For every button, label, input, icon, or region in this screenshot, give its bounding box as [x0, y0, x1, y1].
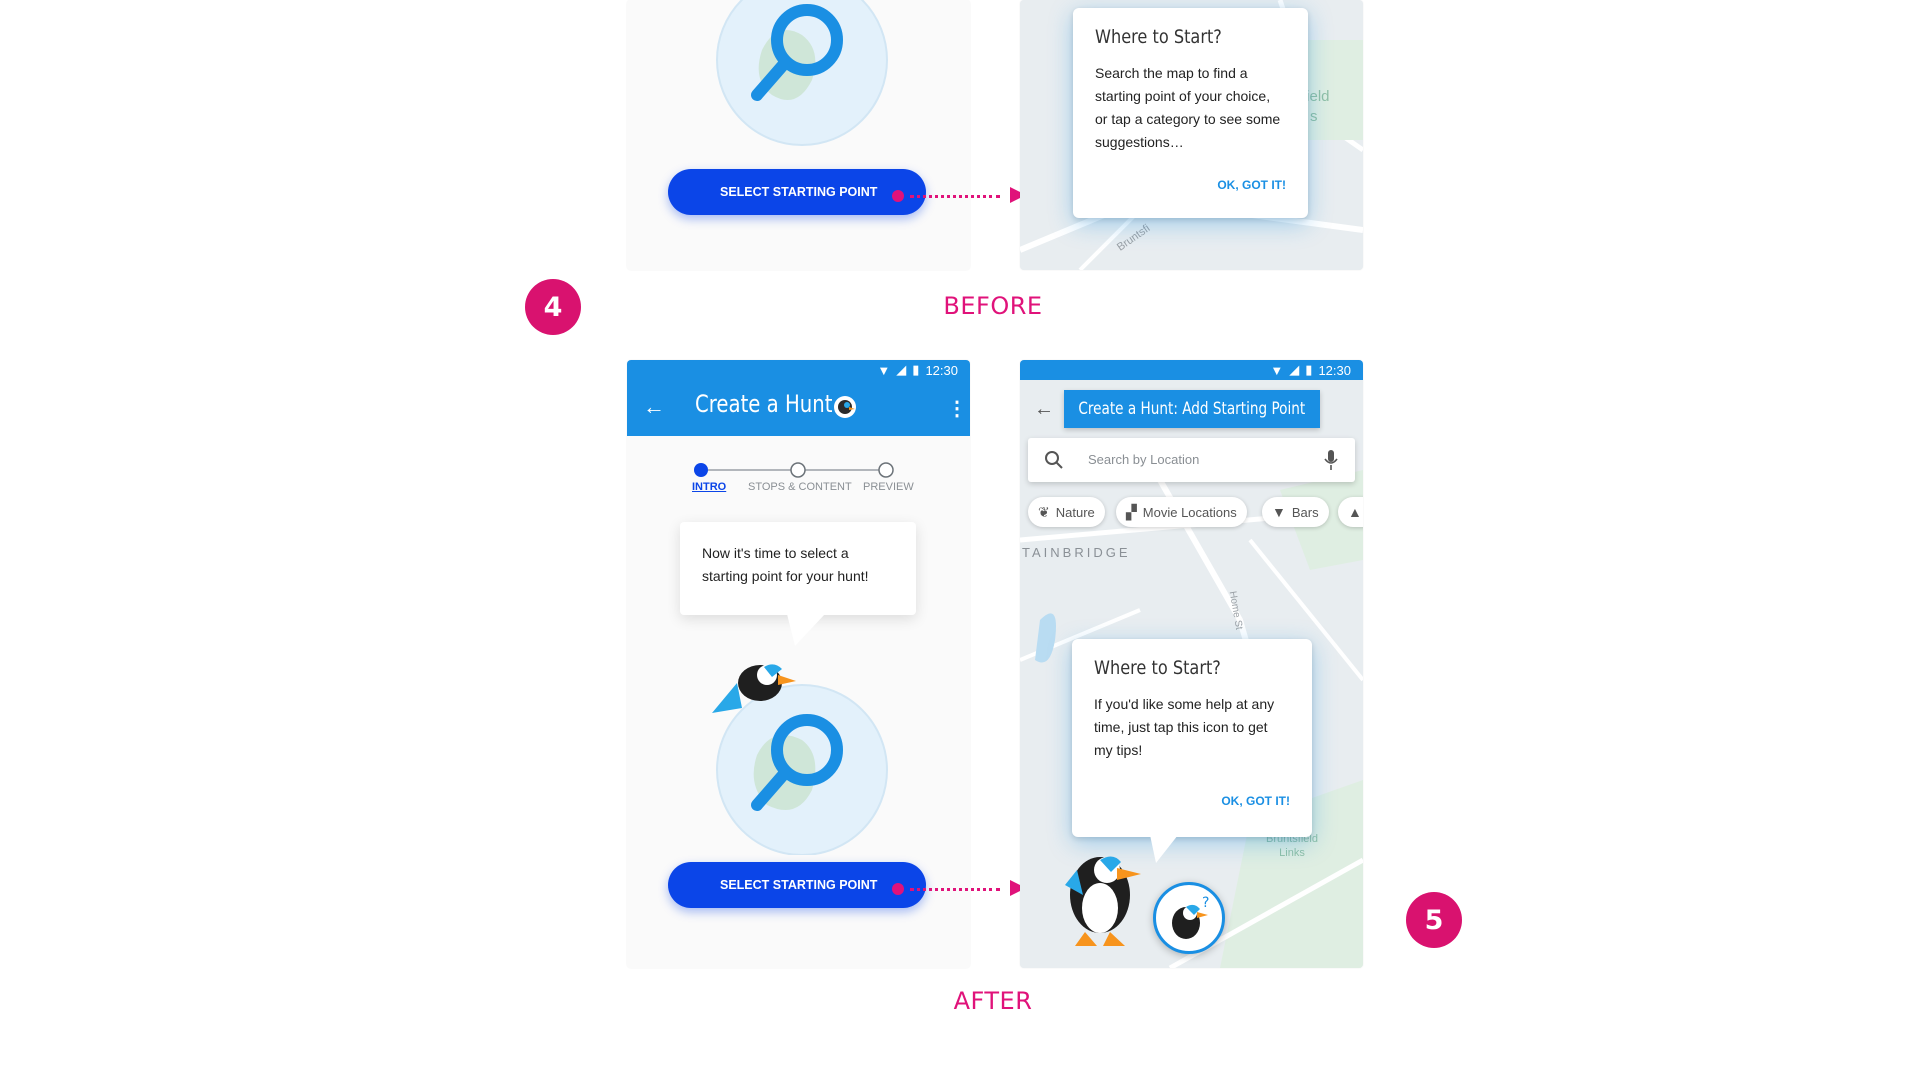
- more-options-icon[interactable]: ⋮: [947, 396, 967, 421]
- step-dot-preview: [878, 462, 894, 478]
- puffin-question-icon: ?: [1172, 895, 1209, 939]
- chip-label: Movie Locations: [1142, 504, 1237, 520]
- step-dot-stops: [790, 462, 806, 478]
- battery-icon: ▮: [912, 362, 920, 377]
- svg-text:?: ?: [1202, 895, 1209, 911]
- connector-dot: [892, 190, 904, 202]
- search-icon: [1045, 451, 1063, 469]
- help-tip-dialog: Where to Start? If you'd like some help …: [1072, 639, 1312, 837]
- dialog-title: Where to Start?: [1094, 657, 1221, 679]
- chip-label: Bars: [1291, 504, 1319, 520]
- dialog-body: Search the map to find a starting point …: [1095, 65, 1281, 150]
- puffin-mascot-icon: [1065, 856, 1141, 946]
- battery-icon: ▮: [1305, 362, 1313, 377]
- dialog-title: Where to Start?: [1095, 26, 1222, 48]
- back-arrow-icon[interactable]: ←: [643, 394, 665, 420]
- speech-bubble-tail: [787, 614, 825, 646]
- ok-got-it-button[interactable]: OK, GOT IT!: [1217, 178, 1286, 192]
- step-number-5: 5: [1406, 892, 1462, 948]
- magnifier-illustration: [716, 0, 888, 146]
- help-tips-button[interactable]: ?: [1153, 882, 1225, 954]
- step-label-stops-content[interactable]: STOPS & CONTENT: [748, 481, 852, 493]
- clapperboard-icon: ▞: [1126, 503, 1137, 520]
- before-where-to-start-dialog: Where to Start? Search the map to find a…: [1073, 8, 1308, 218]
- screen-header-badge: Create a Hunt: Add Starting Point: [1064, 390, 1320, 428]
- chip-bars[interactable]: ▼ Bars: [1262, 497, 1329, 527]
- before-intro-screen: SELECT STARTING POINT: [627, 0, 970, 270]
- map-label-s: s: [1310, 108, 1318, 125]
- status-time: 12:30: [925, 362, 958, 378]
- signal-icon: ◢: [1289, 362, 1300, 377]
- step-label-intro[interactable]: INTRO: [692, 481, 726, 493]
- mountain-icon: ▲: [1348, 504, 1362, 520]
- wifi-icon: ▼: [877, 362, 891, 378]
- select-starting-point-button[interactable]: SELECT STARTING POINT: [668, 169, 926, 215]
- add-starting-point-screen: ▼ ◢ ▮ 12:30 ← Create a Hunt: Add Startin…: [1020, 360, 1363, 968]
- connector-dot: [892, 883, 904, 895]
- step-dot-intro: [694, 463, 708, 477]
- chip-nature[interactable]: ❦ Nature: [1028, 497, 1105, 527]
- search-bar[interactable]: Search by Location: [1028, 438, 1355, 482]
- ok-got-it-button[interactable]: OK, GOT IT!: [1221, 794, 1290, 808]
- connector-line: [910, 195, 1000, 198]
- step-label-preview[interactable]: PREVIEW: [863, 481, 914, 493]
- select-starting-point-button[interactable]: SELECT STARTING POINT: [668, 862, 926, 908]
- chip-label: Nature: [1055, 504, 1095, 520]
- back-arrow-icon[interactable]: ←: [1034, 398, 1054, 421]
- search-input[interactable]: Search by Location: [1088, 452, 1199, 467]
- cocktail-glass-icon: ▼: [1272, 504, 1286, 520]
- signal-icon: ◢: [896, 362, 907, 377]
- before-label: BEFORE: [943, 292, 1043, 320]
- map-label-district: TAINBRIDGE: [1022, 545, 1131, 560]
- create-hunt-screen: ▼ ◢ ▮ 12:30 ← Create a Hunt ⋮ INTRO STOP…: [627, 360, 970, 968]
- screen-header-title: Create a Hunt: Add Starting Point: [1078, 399, 1306, 419]
- wifi-icon: ▼: [1270, 362, 1284, 378]
- chip-movie-locations[interactable]: ▞ Movie Locations: [1116, 497, 1247, 527]
- puffin-mascot-icon: [712, 664, 796, 713]
- step-number-4: 4: [525, 279, 581, 335]
- connector-line: [910, 888, 1000, 891]
- chip-mountains[interactable]: ▲: [1338, 497, 1363, 527]
- puffin-avatar-icon: [834, 396, 856, 418]
- microphone-icon[interactable]: [1324, 449, 1338, 471]
- status-bar: ▼ ◢ ▮ 12:30: [627, 360, 970, 380]
- status-bar: ▼ ◢ ▮ 12:30: [1020, 360, 1363, 380]
- dialog-body: If you'd like some help at any time, jus…: [1094, 696, 1275, 758]
- status-time: 12:30: [1318, 362, 1351, 378]
- before-map-screen: field s Bruntsfi Where to Start? Search …: [1020, 0, 1363, 270]
- page-title: Create a Hunt: [695, 390, 833, 418]
- guide-speech-bubble: Now it's time to select a starting point…: [680, 522, 916, 615]
- after-label: AFTER: [953, 987, 1033, 1015]
- progress-stepper: [694, 462, 894, 478]
- leaf-icon: ❦: [1038, 503, 1050, 520]
